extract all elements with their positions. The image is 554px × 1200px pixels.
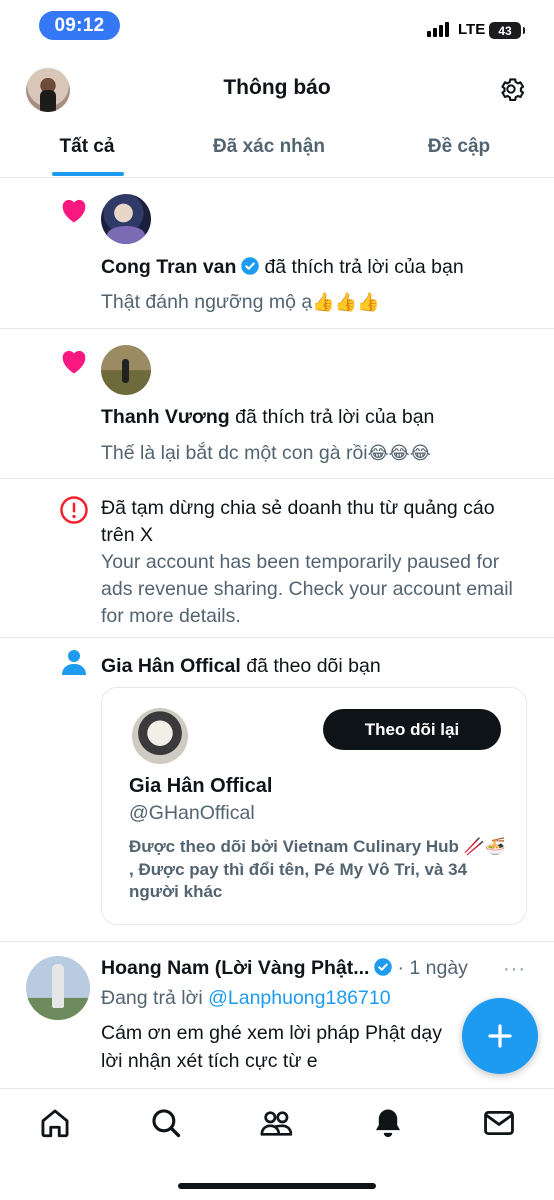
more-options-icon[interactable]: ··· <box>503 958 526 981</box>
header: Thông báo <box>0 60 554 120</box>
user-name[interactable]: Hoang Nam (Lời Vàng Phật... <box>101 957 369 979</box>
notifications-bell-icon[interactable] <box>371 1106 405 1140</box>
tab-verified[interactable]: Đã xác nhận <box>174 124 364 177</box>
replying-to-line: Đang trả lời @Lanphuong186710 <box>101 987 391 1010</box>
heart-icon <box>62 350 86 374</box>
card-user-handle: @GHanOffical <box>129 802 255 824</box>
alert-icon <box>60 496 88 524</box>
card-user-name[interactable]: Gia Hân Offical <box>129 775 272 798</box>
user-name[interactable]: Cong Tran van <box>101 256 236 278</box>
replying-prefix: Đang trả lời <box>101 987 203 1009</box>
status-time: 09:12 <box>39 11 120 40</box>
notification-text: Thế là lại bắt dc một con gà rồi😂😂😂 <box>101 442 431 465</box>
follow-card[interactable]: Theo dõi lại Gia Hân Offical @GHanOffica… <box>101 687 527 925</box>
tab-mentions-label: Đề cập <box>427 136 491 157</box>
alert-body: Your account has been temporarily paused… <box>101 551 513 627</box>
search-icon[interactable] <box>149 1106 183 1140</box>
network-label: LTE <box>458 21 486 38</box>
notification-action: đã theo dõi bạn <box>246 655 381 677</box>
notification-text: Thật đánh ngưỡng mộ ạ👍👍👍 <box>101 291 379 314</box>
battery-level: 43 <box>498 23 512 38</box>
avatar[interactable] <box>26 956 90 1020</box>
reply-time: · 1 ngày <box>397 957 468 979</box>
battery-icon: 43 <box>489 22 525 39</box>
notification-alert[interactable]: Đã tạm dừng chia sẻ doanh thu từ quảng c… <box>0 479 554 638</box>
reply-headline: Hoang Nam (Lời Vàng Phật... · 1 ngày <box>101 957 468 980</box>
thumbs-up-emoji: 👍👍👍 <box>312 292 380 313</box>
tab-verified-label: Đã xác nhận <box>213 136 325 157</box>
notification-headline: Cong Tran van đã thích trả lời của bạn <box>101 256 464 279</box>
heart-icon <box>62 199 86 223</box>
verified-badge-icon <box>374 958 393 976</box>
communities-icon[interactable] <box>259 1106 293 1140</box>
tab-mentions[interactable]: Đề cập <box>364 124 554 177</box>
compose-plus-icon <box>488 1024 512 1048</box>
signal-icon <box>427 22 449 37</box>
followed-by-text: Được theo dõi bởi Vietnam Culinary Hub 🥢… <box>129 837 506 901</box>
notification-like-2[interactable]: Thanh Vương đã thích trả lời của bạn Thế… <box>0 329 554 479</box>
reply-text: Thật đánh ngưỡng mộ ạ <box>101 291 313 313</box>
home-indicator[interactable] <box>178 1183 376 1189</box>
avatar[interactable] <box>101 345 151 395</box>
tab-all[interactable]: Tất cả <box>0 124 174 177</box>
user-name[interactable]: Thanh Vương <box>101 406 230 428</box>
alert-title: Đã tạm dừng chia sẻ doanh thu từ quảng c… <box>101 497 495 546</box>
home-icon[interactable] <box>38 1106 72 1140</box>
person-icon <box>62 650 86 675</box>
notification-follow[interactable]: Gia Hân Offical đã theo dõi bạn Theo dõi… <box>0 638 554 942</box>
tab-all-label: Tất cả <box>59 136 115 157</box>
compose-button[interactable] <box>462 998 538 1074</box>
avatar[interactable] <box>101 194 151 244</box>
gear-icon[interactable] <box>495 73 527 105</box>
notification-action: đã thích trả lời của bạn <box>235 406 435 428</box>
laughing-emoji: 😂😂😂 <box>367 443 431 464</box>
notification-headline: Thanh Vương đã thích trả lời của bạn <box>101 406 434 429</box>
verified-badge-icon <box>241 257 260 275</box>
notification-headline: Gia Hân Offical đã theo dõi bạn <box>101 655 381 678</box>
notification-like-1[interactable]: Cong Tran van đã thích trả lời của bạn Th… <box>0 179 554 329</box>
reply-text: Thế là lại bắt dc một con gà rồi <box>101 442 368 464</box>
avatar[interactable] <box>132 708 188 764</box>
user-name[interactable]: Gia Hân Offical <box>101 655 241 677</box>
reply-text-line-1: Cám ơn em ghé xem lời pháp Phật dạy <box>101 1022 442 1044</box>
notification-action: đã thích trả lời của bạn <box>264 256 464 278</box>
tab-bar: Tất cả Đã xác nhận Đề cập <box>0 124 554 178</box>
page-title: Thông báo <box>223 76 331 99</box>
status-bar: 09:12 LTE 43 <box>0 0 554 52</box>
reply-text-line-2: lời nhận xét tích cực từ e <box>101 1050 318 1072</box>
messages-icon[interactable] <box>482 1106 516 1140</box>
follow-back-button[interactable]: Theo dõi lại <box>323 709 501 750</box>
active-tab-indicator <box>52 172 124 176</box>
replying-to-link[interactable]: @Lanphuong186710 <box>208 987 390 1009</box>
